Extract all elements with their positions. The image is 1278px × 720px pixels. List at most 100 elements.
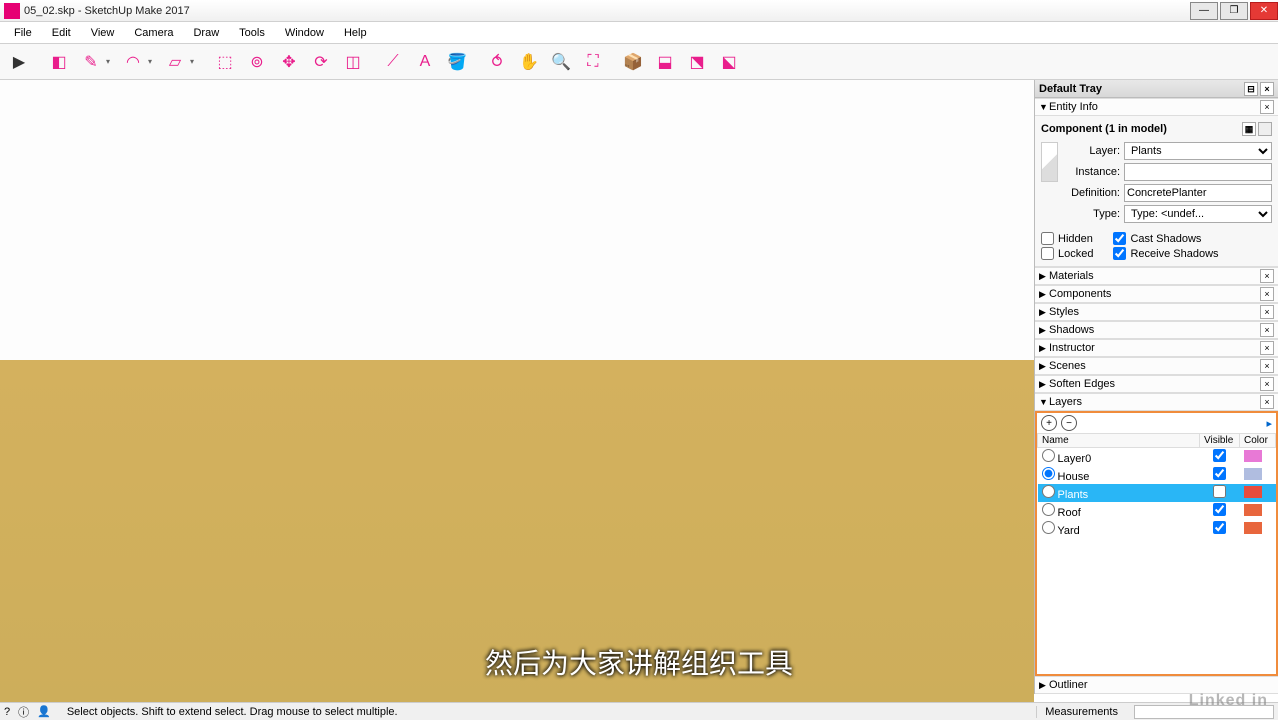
viewport[interactable] [0,80,1034,702]
tray-title: Default Tray [1039,83,1102,95]
menu-window[interactable]: Window [275,25,334,41]
menu-edit[interactable]: Edit [42,25,81,41]
layer-color-swatch[interactable] [1244,486,1262,498]
panel-close-icon[interactable]: × [1260,341,1274,355]
hidden-checkbox[interactable]: Hidden [1041,232,1093,245]
menu-camera[interactable]: Camera [124,25,183,41]
chevron-right-icon: ▶ [1039,325,1049,336]
layer-row[interactable]: Plants [1038,484,1276,502]
rotate-tool[interactable]: ⟳ [306,47,336,77]
menu-draw[interactable]: Draw [183,25,229,41]
panel-layers[interactable]: ▼ Layers × [1035,393,1278,411]
layer-visible-checkbox[interactable] [1213,521,1226,534]
chevron-right-icon: ▶ [1039,361,1049,372]
help-icon[interactable]: ? [4,706,10,718]
pan-tool[interactable]: ✋ [514,47,544,77]
layer-color-swatch[interactable] [1244,522,1262,534]
panel-instructor[interactable]: ▶Instructor× [1035,339,1278,357]
menu-file[interactable]: File [4,25,42,41]
instance-input[interactable] [1124,163,1272,181]
model-view[interactable] [0,80,1034,702]
extension1-tool[interactable]: ⬓ [650,47,680,77]
layer-visible-checkbox[interactable] [1213,485,1226,498]
layer-row[interactable]: Roof [1038,502,1276,520]
layer-active-radio[interactable] [1042,503,1055,516]
panel-components[interactable]: ▶Components× [1035,285,1278,303]
scale-tool[interactable]: ◫ [338,47,368,77]
panel-shadows[interactable]: ▶Shadows× [1035,321,1278,339]
col-visible[interactable]: Visible [1200,434,1240,448]
definition-input[interactable] [1124,184,1272,202]
app-icon [4,3,20,19]
panel-entity-info[interactable]: ▼ Entity Info × [1035,98,1278,116]
minimize-button[interactable]: — [1190,2,1218,20]
layer-row[interactable]: Layer0 [1038,448,1276,467]
tray-pin-icon[interactable]: ⊟ [1244,82,1258,96]
layer-color-swatch[interactable] [1244,504,1262,516]
zoomextents-tool[interactable]: ⛶ [578,47,608,77]
remove-layer-button[interactable]: − [1061,415,1077,431]
col-color[interactable]: Color [1240,434,1276,448]
select-tool[interactable]: ▶ [4,47,34,77]
add-layer-button[interactable]: + [1041,415,1057,431]
layer-active-radio[interactable] [1042,467,1055,480]
extension2-tool[interactable]: ⬔ [682,47,712,77]
info-icon[interactable]: ⓘ [18,704,29,720]
warehouse-tool[interactable]: 📦 [618,47,648,77]
arc-tool[interactable]: ◠ [118,47,148,77]
orbit-tool[interactable]: ⥀ [482,47,512,77]
zoom-tool[interactable]: 🔍 [546,47,576,77]
text-tool[interactable]: A [410,47,440,77]
panel-close-icon[interactable]: × [1260,100,1274,114]
type-select[interactable]: Type: <undef... [1124,205,1272,223]
person-icon[interactable]: 👤 [37,705,51,718]
layer-active-radio[interactable] [1042,449,1055,462]
tray-close-icon[interactable]: × [1260,82,1274,96]
panel-close-icon[interactable]: × [1260,395,1274,409]
details-icon[interactable]: ▦ [1242,122,1256,136]
panel-close-icon[interactable]: × [1260,323,1274,337]
menu-tools[interactable]: Tools [229,25,275,41]
move-tool[interactable]: ✥ [274,47,304,77]
panel-close-icon[interactable]: × [1260,377,1274,391]
definition-label: Definition: [1064,187,1120,199]
panel-styles[interactable]: ▶Styles× [1035,303,1278,321]
menu-help[interactable]: Help [334,25,377,41]
chevron-right-icon: ▶ [1039,343,1049,354]
layer-row[interactable]: Yard [1038,520,1276,538]
chevron-down-icon: ▼ [1039,102,1049,112]
locked-checkbox[interactable]: Locked [1041,247,1093,260]
offset-tool[interactable]: ⊚ [242,47,272,77]
panel-close-icon[interactable]: × [1260,305,1274,319]
layers-menu-icon[interactable]: ▸ [1266,417,1272,430]
layer-select[interactable]: Plants [1124,142,1272,160]
layer-color-swatch[interactable] [1244,468,1262,480]
panel-soften-edges[interactable]: ▶Soften Edges× [1035,375,1278,393]
shape-tool[interactable]: ▱ [160,47,190,77]
panel-materials[interactable]: ▶Materials× [1035,267,1278,285]
layout-tool[interactable]: ⬕ [714,47,744,77]
panel-close-icon[interactable]: × [1260,269,1274,283]
close-button[interactable]: ✕ [1250,2,1278,20]
layer-visible-checkbox[interactable] [1213,503,1226,516]
layer-active-radio[interactable] [1042,485,1055,498]
maximize-button[interactable]: ❐ [1220,2,1248,20]
panel-scenes[interactable]: ▶Scenes× [1035,357,1278,375]
toggle-icon[interactable] [1258,122,1272,136]
receive-shadows-checkbox[interactable]: Receive Shadows [1113,247,1218,260]
pushpull-tool[interactable]: ⬚ [210,47,240,77]
layer-color-swatch[interactable] [1244,450,1262,462]
paint-tool[interactable]: 🪣 [442,47,472,77]
line-tool[interactable]: ✎ [76,47,106,77]
eraser-tool[interactable]: ◧ [44,47,74,77]
col-name[interactable]: Name [1038,434,1200,448]
menu-view[interactable]: View [81,25,125,41]
layer-visible-checkbox[interactable] [1213,467,1226,480]
layer-row[interactable]: House [1038,466,1276,484]
layer-active-radio[interactable] [1042,521,1055,534]
layer-visible-checkbox[interactable] [1213,449,1226,462]
tape-tool[interactable]: ⟋ [378,47,408,77]
panel-close-icon[interactable]: × [1260,359,1274,373]
panel-close-icon[interactable]: × [1260,287,1274,301]
cast-shadows-checkbox[interactable]: Cast Shadows [1113,232,1218,245]
